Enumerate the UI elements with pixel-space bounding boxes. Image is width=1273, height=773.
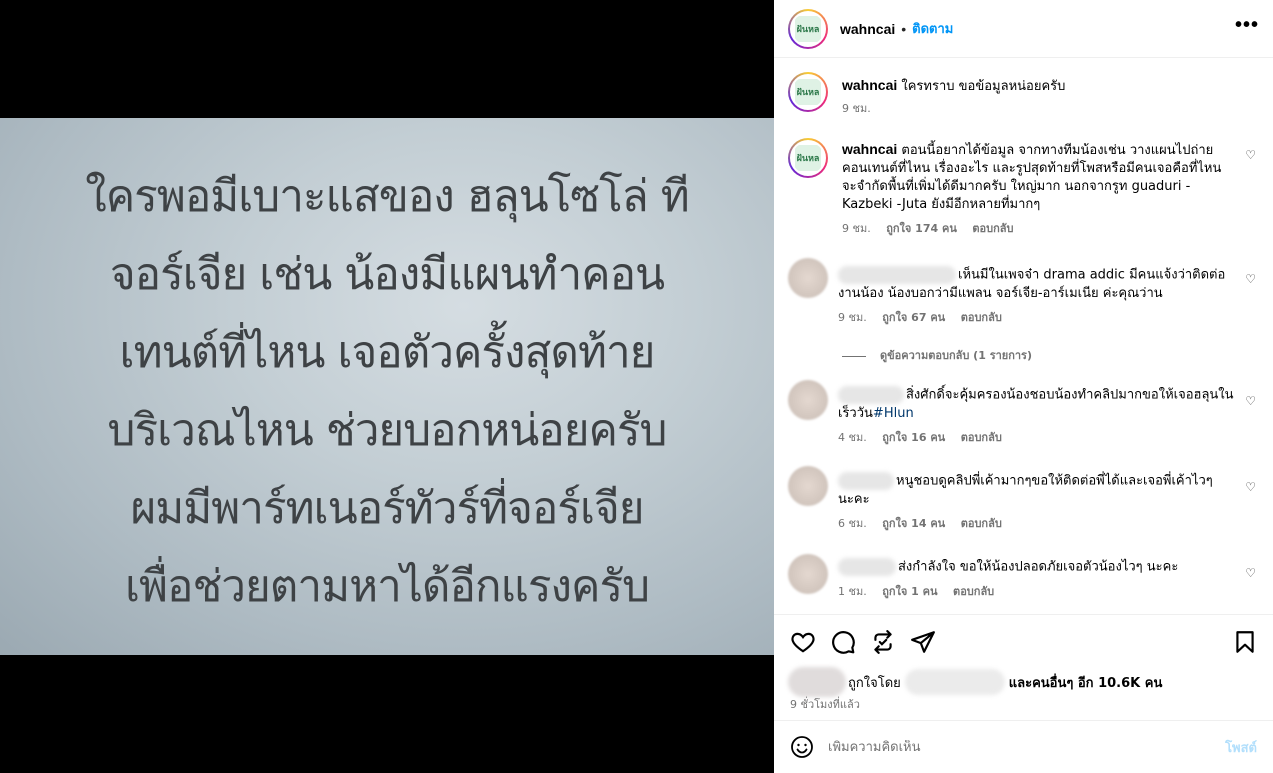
- avatar[interactable]: [788, 554, 828, 594]
- repost-icon[interactable]: [870, 629, 896, 655]
- comment-likes[interactable]: ถูกใจ 1 คน: [882, 585, 937, 598]
- comment-username-blurred[interactable]: [838, 558, 896, 576]
- heart-icon[interactable]: ♡: [1245, 394, 1256, 408]
- comment-username-blurred[interactable]: [838, 472, 894, 490]
- comment-input[interactable]: [828, 739, 1226, 755]
- image-text-line: จอร์เจีย เช่น น้องมีแผนทำคอน: [109, 249, 665, 300]
- likes-count[interactable]: และคนอื่นๆ อีก 10.6K คน: [1009, 672, 1163, 693]
- avatar[interactable]: ฝันหล: [788, 8, 828, 49]
- caption-text: ใครทราบ ขอข้อมูลหน่อยครับ: [901, 79, 1066, 94]
- post-actions: ถูกใจโดย และคนอื่นๆ อีก 10.6K คน 9 ชั่วโ…: [774, 614, 1273, 720]
- comment-username-blurred[interactable]: [838, 386, 904, 404]
- likes-summary[interactable]: ถูกใจโดย และคนอื่นๆ อีก 10.6K คน: [788, 667, 1162, 697]
- more-options-icon[interactable]: •••: [1235, 15, 1259, 38]
- comment-icon[interactable]: [830, 629, 856, 655]
- comment-likes[interactable]: ถูกใจ 67 คน: [882, 311, 945, 324]
- comment-text: หนูชอบดูคลิปพี่เค้ามากๆขอให้ติดต่อพี่ได้…: [838, 473, 1213, 507]
- avatar[interactable]: ฝันหล: [788, 138, 828, 178]
- post-comment-button[interactable]: โพสต์: [1225, 737, 1257, 758]
- avatar-logo: ฝันหล: [795, 145, 821, 171]
- post-image[interactable]: ใครพอมีเบาะแสของ ฮลุนโซโล่ ที จอร์เจีย เ…: [0, 118, 774, 655]
- comment-username-blurred[interactable]: [838, 266, 956, 284]
- comment-time: 9 ชม.: [842, 222, 871, 235]
- comment-username[interactable]: wahncai: [842, 141, 897, 157]
- reply-button[interactable]: ตอบกลับ: [961, 517, 1002, 530]
- comment-time: 9 ชม.: [838, 310, 867, 324]
- reply-button[interactable]: ตอบกลับ: [961, 311, 1002, 324]
- image-text: ใครพอมีเบาะแสของ ฮลุนโซโล่ ที จอร์เจีย เ…: [0, 158, 774, 626]
- image-text-line: เทนต์ที่ไหน เจอตัวครั้งสุดท้าย: [119, 327, 656, 378]
- image-text-line: ผมมีพาร์ทเนอร์ทัวร์ที่จอร์เจีย: [130, 483, 644, 534]
- comment-time: 1 ชม.: [838, 584, 867, 598]
- avatar[interactable]: [788, 258, 828, 298]
- comment-likes[interactable]: ถูกใจ 16 คน: [882, 431, 945, 444]
- post-header: ฝันหล wahncai • ติดตาม •••: [774, 0, 1273, 58]
- image-text-line: ใครพอมีเบาะแสของ ฮลุนโซโล่ ที: [85, 171, 689, 222]
- comments-list[interactable]: ฝันหล wahncai ใครทราบ ขอข้อมูลหน่อยครับ …: [774, 58, 1273, 614]
- emoji-icon[interactable]: [790, 735, 814, 759]
- bookmark-icon[interactable]: [1232, 629, 1258, 655]
- avatar[interactable]: [788, 466, 828, 506]
- post-media: ใครพอมีเบาะแสของ ฮลุนโซโล่ ที จอร์เจีย เ…: [0, 0, 774, 773]
- hashtag-link[interactable]: #Hlun: [873, 406, 914, 421]
- caption-username[interactable]: wahncai: [842, 77, 897, 93]
- comment-text: ตอนนี้อยากได้ข้อมูล จากทางทีมน้องเช่น วา…: [842, 143, 1222, 212]
- follow-button[interactable]: ติดตาม: [912, 18, 953, 39]
- liker-avatars-blurred: [788, 667, 846, 697]
- avatar[interactable]: [788, 380, 828, 420]
- comment-likes[interactable]: ถูกใจ 14 คน: [882, 517, 945, 530]
- likes-prefix: ถูกใจโดย: [848, 675, 901, 691]
- caption-time: 9 ชม.: [842, 102, 871, 115]
- view-replies-button[interactable]: ดูข้อความตอบกลับ (1 รายการ): [842, 346, 1032, 364]
- share-icon[interactable]: [910, 629, 936, 655]
- add-comment-bar: โพสต์: [774, 720, 1273, 773]
- heart-icon[interactable]: ♡: [1245, 566, 1256, 580]
- comment-text: ส่งกำลังใจ ขอให้น้องปลอดภัยเจอตัวน้องไวๆ…: [898, 559, 1179, 575]
- reply-button[interactable]: ตอบกลับ: [961, 431, 1002, 444]
- like-heart-icon[interactable]: [790, 629, 816, 655]
- image-text-line: บริเวณไหน ช่วยบอกหน่อยครับ: [107, 405, 668, 456]
- post-side-panel: ฝันหล wahncai • ติดตาม ••• ฝันหล wahncai…: [774, 0, 1273, 773]
- avatar[interactable]: ฝันหล: [788, 72, 828, 112]
- heart-icon[interactable]: ♡: [1245, 148, 1256, 162]
- avatar-logo: ฝันหล: [795, 79, 821, 105]
- separator-dot: •: [901, 20, 907, 37]
- image-text-line: เพื่อช่วยตามหาได้อีกแรงครับ: [124, 561, 650, 612]
- divider: [842, 355, 866, 357]
- comment-time: 6 ชม.: [838, 516, 867, 530]
- username[interactable]: wahncai: [840, 21, 895, 37]
- comment-time: 4 ชม.: [838, 430, 867, 444]
- heart-icon[interactable]: ♡: [1245, 272, 1256, 286]
- avatar-logo: ฝันหล: [795, 15, 821, 42]
- comment-likes[interactable]: ถูกใจ 174 คน: [886, 222, 957, 235]
- heart-icon[interactable]: ♡: [1245, 480, 1256, 494]
- reply-button[interactable]: ตอบกลับ: [953, 585, 994, 598]
- post-time-ago[interactable]: 9 ชั่วโมงที่แล้ว: [790, 695, 860, 713]
- reply-button[interactable]: ตอบกลับ: [972, 222, 1013, 235]
- liker-name-blurred[interactable]: [904, 669, 1005, 695]
- action-icons: [790, 629, 1258, 657]
